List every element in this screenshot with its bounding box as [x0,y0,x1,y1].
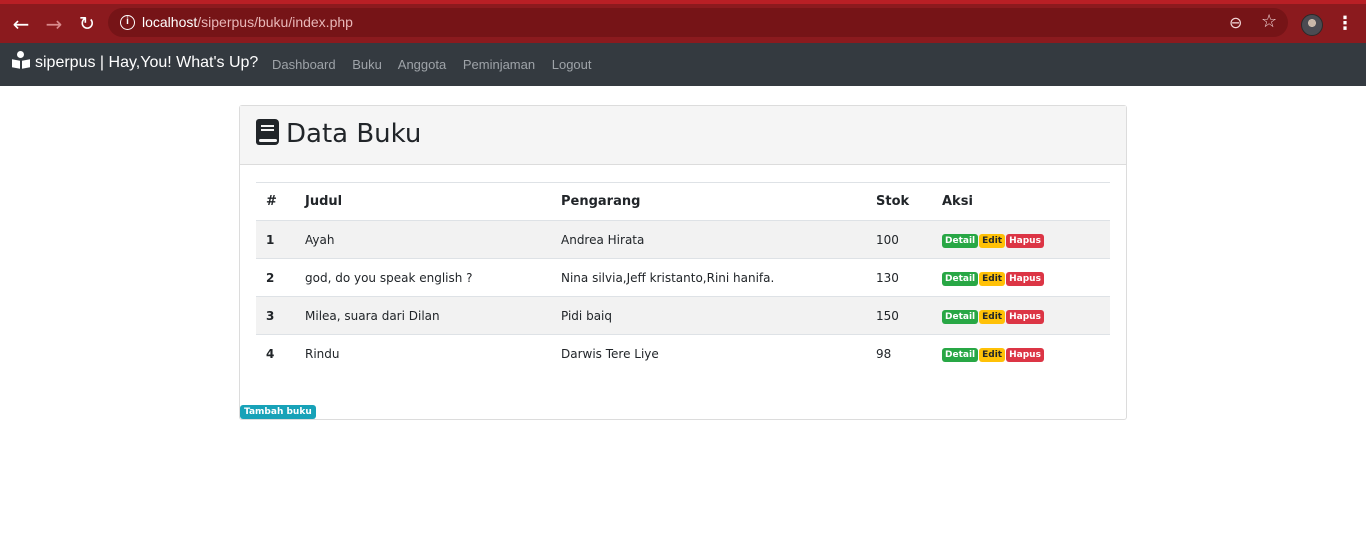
page-title: Data Buku [286,119,422,149]
url-path: /siperpus/buku/index.php [197,14,353,30]
cell-pengarang: Nina silvia,Jeff kristanto,Rini hanifa. [561,258,876,297]
nav-logout[interactable]: Logout [552,57,592,72]
cell-pengarang: Darwis Tere Liye [561,334,876,373]
cell-aksi: Detail Edit Hapus [942,221,1110,259]
cell-judul: Milea, suara dari Dilan [305,296,561,335]
nav-links: Dashboard Buku Anggota Peminjaman Logout [272,57,605,72]
navbar-brand[interactable]: siperpus | Hay,You! What's Up? [12,51,259,72]
info-icon[interactable]: i [120,15,135,30]
edit-button[interactable]: Edit [979,233,1006,248]
col-stok: Stok [876,182,942,221]
table-row: 4 Rindu Darwis Tere Liye 98 Detail Edit Ha… [256,334,1110,373]
edit-button[interactable]: Edit [979,271,1006,286]
cell-pengarang: Andrea Hirata [561,232,645,247]
book-icon [256,119,279,145]
hapus-button[interactable]: Hapus [1006,309,1044,324]
card-header: Data Buku [240,106,1126,165]
cell-no: 1 [266,232,275,247]
menu-kebab-icon[interactable]: ⋮ [1336,14,1354,34]
edit-button[interactable]: Edit [979,309,1006,324]
tambah-buku-button[interactable]: Tambah buku [240,405,316,419]
url-text[interactable]: localhost/siperpus/buku/index.php [142,14,353,30]
cell-stok: 150 [876,296,942,335]
hapus-button[interactable]: Hapus [1006,233,1044,248]
back-arrow-icon[interactable]: ← [10,13,32,35]
forward-arrow-icon[interactable]: → [43,13,65,35]
table-row: 3 Milea, suara dari Dilan Pidi baiq 150 … [256,296,1110,335]
cell-stok: 98 [876,334,942,373]
detail-button[interactable]: Detail [942,233,979,248]
col-pengarang: Pengarang [561,182,876,221]
cell-no: 2 [256,258,305,297]
cell-no: 4 [256,334,305,373]
detail-button[interactable]: Detail [942,271,979,286]
cell-stok: 130 [876,258,942,297]
nav-peminjaman[interactable]: Peminjaman [463,57,535,72]
zoom-icon[interactable]: ⊖ [1229,13,1242,32]
col-judul: Judul [305,182,561,221]
brand-reader-icon [12,51,30,69]
edit-button[interactable]: Edit [979,347,1006,362]
col-number: # [256,182,305,221]
address-bar[interactable]: i localhost/siperpus/buku/index.php ⊖ ☆ [108,8,1288,37]
cell-judul: Ayah [305,232,335,247]
browser-toolbar: ← → ↻ i localhost/siperpus/buku/index.ph… [0,0,1366,43]
data-buku-card: Data Buku # Judul Pengarang Stok Aksi 1 … [239,105,1127,420]
table-row: 1 Ayah Andrea Hirata 100 Detail Edit Hapus [256,220,1110,259]
books-table: # Judul Pengarang Stok Aksi 1 Ayah Andre… [256,182,1110,373]
cell-aksi: Detail Edit Hapus [942,334,1110,373]
table-row: 2 god, do you speak english ? Nina silvi… [256,258,1110,297]
hapus-button[interactable]: Hapus [1006,271,1044,286]
cell-aksi: Detail Edit Hapus [942,296,1110,335]
cell-judul: god, do you speak english ? [305,258,561,297]
cell-no: 3 [256,296,305,335]
brand-text: siperpus | Hay,You! What's Up? [35,54,259,71]
nav-dashboard[interactable]: Dashboard [272,57,336,72]
app-navbar: siperpus | Hay,You! What's Up? Dashboard… [0,43,1366,86]
url-host: localhost [142,14,198,30]
nav-buku[interactable]: Buku [352,57,382,72]
cell-judul: Rindu [305,334,561,373]
star-icon[interactable]: ☆ [1261,11,1277,32]
profile-avatar[interactable] [1301,14,1323,36]
cell-aksi: Detail Edit Hapus [942,258,1110,297]
hapus-button[interactable]: Hapus [1006,347,1044,362]
detail-button[interactable]: Detail [942,309,979,324]
nav-anggota[interactable]: Anggota [398,57,446,72]
col-aksi: Aksi [942,182,1110,221]
cell-stok: 100 [876,232,899,247]
table-header-row: # Judul Pengarang Stok Aksi [256,182,1110,221]
reload-icon[interactable]: ↻ [76,13,98,35]
cell-pengarang: Pidi baiq [561,296,876,335]
detail-button[interactable]: Detail [942,347,979,362]
